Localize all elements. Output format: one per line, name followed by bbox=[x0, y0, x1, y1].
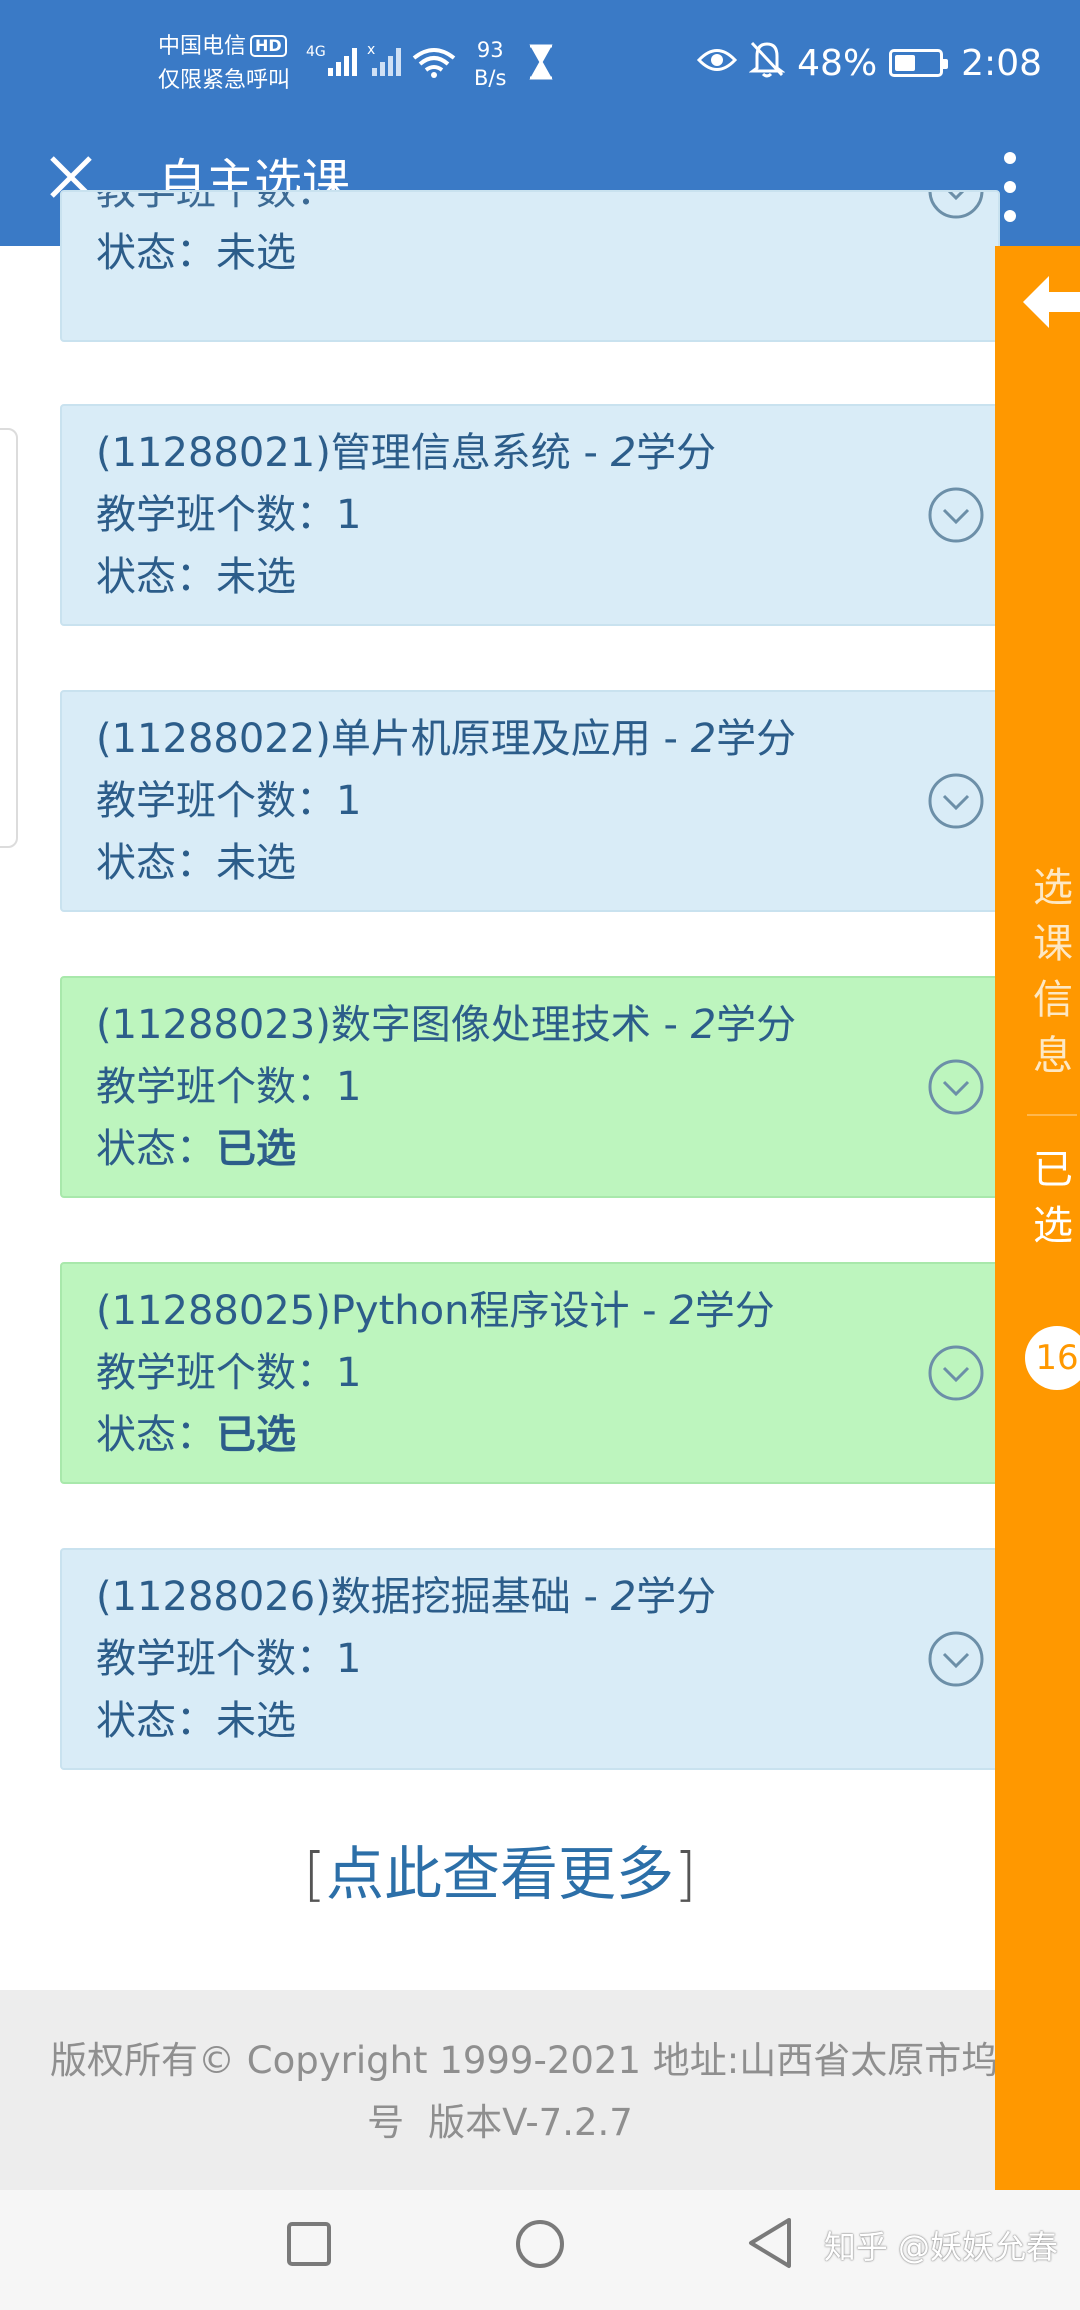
course-class-count: 教学班个数：1 bbox=[96, 778, 362, 824]
course-status: 状态：已选 bbox=[96, 1126, 296, 1172]
chevron-down-circle-icon[interactable] bbox=[927, 1630, 985, 1688]
course-title: (11288021)管理信息系统 - 2学分 bbox=[96, 430, 717, 476]
footer: 版权所有© Copyright 1999-2021 地址:山西省太原市坞城路 号… bbox=[0, 1990, 1000, 2190]
panel-divider bbox=[1027, 1114, 1077, 1116]
watermark-text: 知乎 @妖妖允春 bbox=[823, 2228, 1058, 2266]
chevron-down-circle-icon[interactable] bbox=[927, 1344, 985, 1402]
svg-text:4G: 4G bbox=[306, 44, 326, 60]
eye-icon bbox=[697, 43, 738, 84]
arrow-left-icon[interactable] bbox=[1023, 276, 1080, 332]
course-card[interactable]: (11288025)Python程序设计 - 2学分 教学班个数：1 状态：已选 bbox=[60, 1262, 1000, 1484]
triangle-back-icon[interactable] bbox=[745, 2216, 795, 2274]
speed-value: 93 bbox=[476, 38, 504, 62]
more-vert-icon[interactable] bbox=[996, 142, 1024, 232]
battery-icon bbox=[889, 49, 949, 77]
course-card-partial[interactable]: 教学班个数： 状态：未选 bbox=[60, 190, 1000, 342]
circle-icon[interactable] bbox=[514, 2218, 566, 2274]
status-bar: 中国电信 HD 仅限紧急呼叫 4G x 93 B/s 48% 2:08 bbox=[0, 0, 1080, 128]
course-status: 状态：未选 bbox=[96, 840, 296, 886]
hourglass-icon bbox=[528, 44, 554, 84]
view-more-label[interactable]: 点此查看更多 bbox=[326, 1840, 674, 1908]
panel-title[interactable]: 选课信息 bbox=[1033, 860, 1073, 1084]
selected-count-badge: 16 bbox=[1025, 1326, 1080, 1390]
hd-badge: HD bbox=[250, 35, 287, 57]
carrier-info: 中国电信 HD 仅限紧急呼叫 bbox=[158, 30, 290, 98]
course-status: 状态：未选 bbox=[96, 554, 296, 600]
course-title: (11288023)数字图像处理技术 - 2学分 bbox=[96, 1002, 797, 1048]
panel-selected-label[interactable]: 已选 bbox=[1033, 1142, 1073, 1254]
course-title: (11288025)Python程序设计 - 2学分 bbox=[96, 1288, 775, 1334]
course-title: (11288022)单片机原理及应用 - 2学分 bbox=[96, 716, 797, 762]
chevron-down-circle-icon[interactable] bbox=[927, 772, 985, 830]
square-icon[interactable] bbox=[285, 2220, 333, 2272]
course-card[interactable]: (11288021)管理信息系统 - 2学分 教学班个数：1 状态：未选 bbox=[60, 404, 1000, 626]
svg-text:x: x bbox=[367, 42, 375, 58]
copyright-text: 版权所有© Copyright 1999-2021 地址:山西省太原市坞城路 bbox=[50, 2039, 1000, 2082]
course-status: 状态：未选 bbox=[96, 230, 296, 276]
course-status: 状态：未选 bbox=[96, 1698, 296, 1744]
course-class-count: 教学班个数：1 bbox=[96, 1636, 362, 1682]
course-class-count: 教学班个数：1 bbox=[96, 1064, 362, 1110]
speed-unit: B/s bbox=[474, 66, 507, 90]
signal-icon: 4G x bbox=[306, 40, 456, 86]
course-class-count: 教学班个数：1 bbox=[96, 1350, 362, 1396]
course-status: 状态：已选 bbox=[96, 1412, 296, 1458]
chevron-down-circle-icon[interactable] bbox=[927, 486, 985, 544]
course-info-panel[interactable]: 选课信息 已选 16 bbox=[995, 246, 1080, 2190]
course-class-count: 教学班个数：1 bbox=[96, 492, 362, 538]
version-line: 号版本V-7.2.7 bbox=[367, 2101, 633, 2144]
emergency-only-text: 仅限紧急呼叫 bbox=[158, 68, 291, 93]
status-right: 48% 2:08 bbox=[697, 38, 1042, 88]
version-text: 版本V-7.2.7 bbox=[428, 2101, 633, 2144]
course-card[interactable]: (11288022)单片机原理及应用 - 2学分 教学班个数：1 状态：未选 bbox=[60, 690, 1000, 912]
course-card[interactable]: (11288026)数据挖掘基础 - 2学分 教学班个数：1 状态：未选 bbox=[60, 1548, 1000, 1770]
clock: 2:08 bbox=[961, 42, 1042, 84]
battery-percent: 48% bbox=[797, 42, 878, 84]
bell-off-icon bbox=[748, 40, 786, 87]
carrier-name: 中国电信 bbox=[158, 34, 247, 59]
view-more-link[interactable]: [点此查看更多] bbox=[0, 1834, 1000, 1914]
network-speed: 93 B/s bbox=[474, 36, 506, 92]
left-drawer-handle[interactable] bbox=[0, 428, 18, 848]
chevron-down-circle-icon[interactable] bbox=[927, 190, 985, 220]
chevron-down-circle-icon[interactable] bbox=[927, 1058, 985, 1116]
course-title: (11288026)数据挖掘基础 - 2学分 bbox=[96, 1574, 717, 1620]
course-card[interactable]: (11288023)数字图像处理技术 - 2学分 教学班个数：1 状态：已选 bbox=[60, 976, 1000, 1198]
